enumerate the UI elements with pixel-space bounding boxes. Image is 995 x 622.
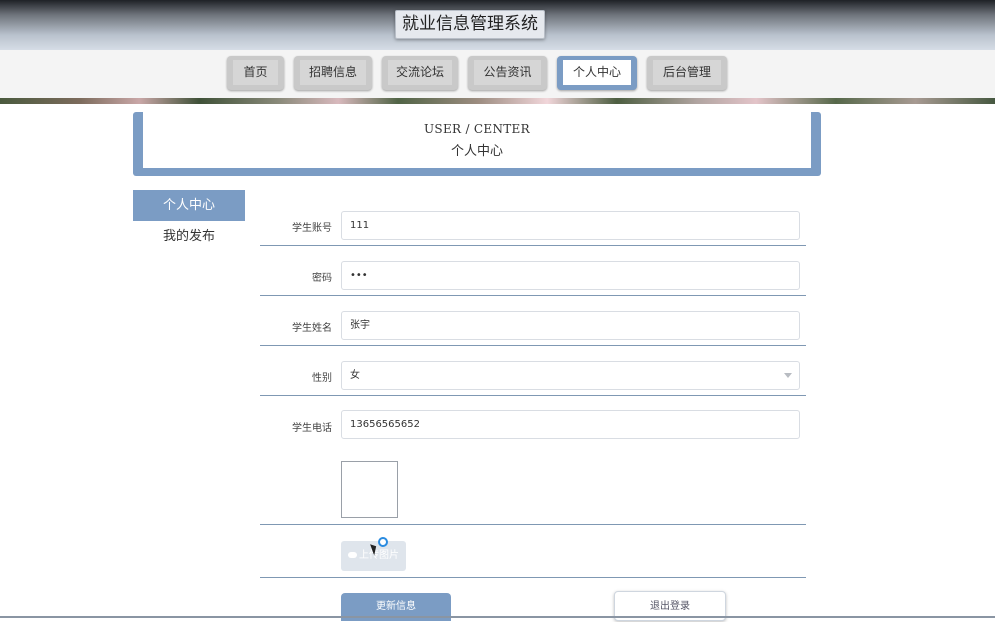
sidebar-item-my-posts[interactable]: 我的发布 [133,221,245,252]
form-row-upload: 上传图片 [260,525,806,578]
account-input[interactable]: 111 [341,211,800,240]
nav-home[interactable]: 首页 [227,56,284,90]
name-input[interactable]: 张宇 [341,311,800,340]
user-center-heading-inner: USER / CENTER 个人中心 [143,112,811,168]
nav-forum-label: 交流论坛 [388,60,452,85]
form-row-photo [260,445,806,525]
cloud-upload-icon [348,552,357,558]
gender-label: 性别 [312,373,332,384]
form-row-phone: 学生电话 13656565652 [260,396,806,445]
nav-user-center-label: 个人中心 [563,60,631,85]
phone-label: 学生电话 [292,423,332,434]
sidebar-item-user-center[interactable]: 个人中心 [133,190,245,221]
chevron-down-icon [784,373,792,378]
nav-user-center[interactable]: 个人中心 [557,56,637,90]
nav-announcements-label: 公告资讯 [474,60,541,85]
form-row-account: 学生账号 111 [260,196,806,246]
gender-select[interactable]: 女 [341,361,800,390]
nav-recruitment[interactable]: 招聘信息 [294,56,372,90]
upload-image-label: 上传图片 [359,550,399,561]
name-label: 学生姓名 [292,323,332,334]
account-label: 学生账号 [292,223,332,234]
main-nav: 首页 招聘信息 交流论坛 公告资讯 个人中心 后台管理 [0,50,995,98]
gender-select-value: 女 [350,370,360,381]
avatar-image-placeholder [341,461,398,518]
form-row-gender: 性别 女 [260,346,806,396]
user-center-heading: USER / CENTER 个人中心 [133,112,821,176]
form-row-name: 学生姓名 张宇 [260,296,806,346]
nav-recruitment-label: 招聘信息 [300,60,366,85]
user-center-title-cn: 个人中心 [450,144,503,159]
password-input[interactable]: ••• [341,261,800,290]
upload-image-button[interactable]: 上传图片 [341,537,406,571]
top-header: 就业信息管理系统 [0,0,995,50]
nav-announcements[interactable]: 公告资讯 [468,56,547,90]
nav-admin[interactable]: 后台管理 [647,56,727,90]
form-row-password: 密码 ••• [260,246,806,296]
site-title: 就业信息管理系统 [395,10,545,39]
nav-admin-label: 后台管理 [653,60,721,85]
user-center-title-en: USER / CENTER [424,122,530,136]
nav-home-label: 首页 [233,60,278,85]
phone-input[interactable]: 13656565652 [341,410,800,439]
flower-banner [0,98,995,104]
password-label: 密码 [312,273,332,284]
nav-forum[interactable]: 交流论坛 [382,56,458,90]
cursor-indicator-icon [378,537,388,547]
